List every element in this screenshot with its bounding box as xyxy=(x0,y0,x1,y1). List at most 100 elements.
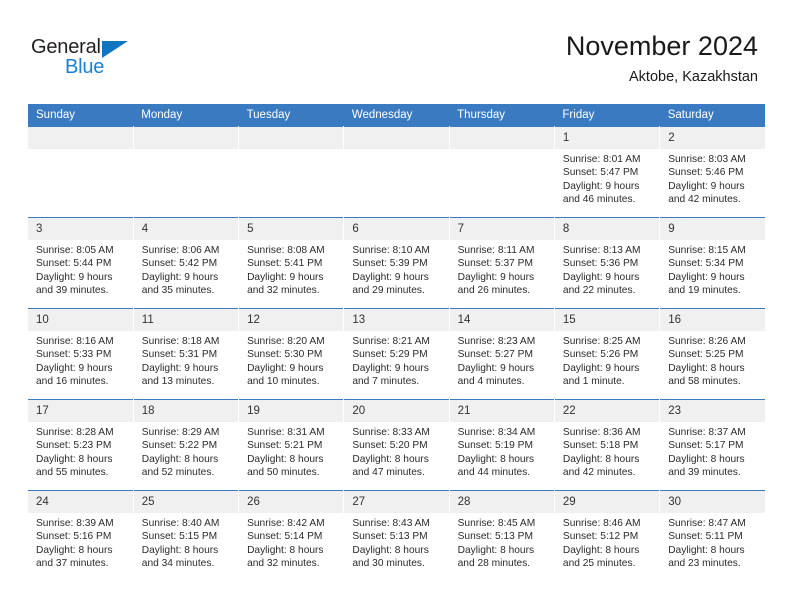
calendar-day-cell[interactable]: 15 Sunrise: 8:25 AM Sunset: 5:26 PM Dayligh… xyxy=(554,308,661,400)
weekday-header-row: Sunday Monday Tuesday Wednesday Thursday Frid… xyxy=(28,104,765,127)
day-info-line: Sunset: 5:31 PM xyxy=(141,349,218,361)
calendar-day-cell[interactable]: 1 Sunrise: 8:01 AM Sunset: 5:47 PM Daylight… xyxy=(554,126,661,218)
day-info-line: Sunrise: 8:45 AM xyxy=(457,518,536,529)
calendar-day-cell[interactable]: 29 Sunrise: 8:46 AM Sunset: 5:12 PM Dayligh… xyxy=(554,490,661,581)
day-number: 19 xyxy=(239,400,344,422)
day-info-line: Daylight: 8 hours xyxy=(562,453,640,465)
day-info-line: Sunrise: 8:33 AM xyxy=(352,427,430,438)
calendar-day-cell[interactable]: 21 Sunrise: 8:34 AM Sunset: 5:19 PM Dayligh… xyxy=(449,399,555,491)
logo-text-blue: Blue xyxy=(65,56,105,78)
day-info-line: Daylight: 8 hours xyxy=(247,544,324,556)
calendar-day-cell[interactable]: 9 Sunrise: 8:15 AM Sunset: 5:34 PM Daylight… xyxy=(659,217,765,309)
day-info-line: and 30 minutes. xyxy=(352,557,425,569)
calendar-day-cell[interactable]: 28 Sunrise: 8:45 AM Sunset: 5:13 PM Dayligh… xyxy=(449,490,555,581)
calendar-day-cell[interactable]: 22 Sunrise: 8:36 AM Sunset: 5:18 PM Dayligh… xyxy=(554,399,661,491)
day-info-line: Sunset: 5:23 PM xyxy=(36,440,112,452)
calendar-table: Sunday Monday Tuesday Wednesday Thursday Frid… xyxy=(28,104,765,581)
day-number: 3 xyxy=(28,218,133,240)
day-info-line: and 16 minutes. xyxy=(36,375,109,387)
day-info-line: Sunset: 5:39 PM xyxy=(352,258,428,270)
calendar-day-cell[interactable]: 12 Sunrise: 8:20 AM Sunset: 5:30 PM Dayligh… xyxy=(238,308,345,400)
day-sun-info: Sunrise: 8:45 AM Sunset: 5:13 PM Daylight:… xyxy=(450,513,554,570)
day-info-line: Sunrise: 8:47 AM xyxy=(668,518,746,529)
day-info-line: Daylight: 9 hours xyxy=(247,362,324,374)
day-sun-info: Sunrise: 8:16 AM Sunset: 5:33 PM Daylight:… xyxy=(28,331,133,388)
day-info-line: and 42 minutes. xyxy=(562,466,636,478)
day-info-line: Sunset: 5:20 PM xyxy=(352,440,428,452)
day-info-line: Daylight: 8 hours xyxy=(457,544,535,556)
day-info-line: and 1 minute. xyxy=(562,375,625,387)
day-info-line: Sunset: 5:34 PM xyxy=(668,258,744,270)
day-info-line: and 47 minutes. xyxy=(352,466,425,478)
calendar-day-cell[interactable]: 19 Sunrise: 8:31 AM Sunset: 5:21 PM Dayligh… xyxy=(238,399,345,491)
calendar-day-cell[interactable]: 3 Sunrise: 8:05 AM Sunset: 5:44 PM Daylight… xyxy=(28,217,134,309)
weekday-header-sunday: Sunday xyxy=(28,104,134,127)
day-cell-inner xyxy=(239,127,344,217)
day-info-line: Daylight: 8 hours xyxy=(352,453,429,465)
day-info-line: Sunset: 5:14 PM xyxy=(247,531,323,543)
day-number: 12 xyxy=(239,309,344,331)
day-info-line: Daylight: 9 hours xyxy=(457,271,535,283)
calendar-day-cell[interactable]: 16 Sunrise: 8:26 AM Sunset: 5:25 PM Dayligh… xyxy=(659,308,765,400)
weekday-header-tuesday: Tuesday xyxy=(238,104,344,127)
day-sun-info: Sunrise: 8:05 AM Sunset: 5:44 PM Daylight:… xyxy=(28,240,133,297)
day-info-line: Sunrise: 8:21 AM xyxy=(352,336,430,347)
day-info-line: Sunset: 5:13 PM xyxy=(352,531,428,543)
day-sun-info: Sunrise: 8:25 AM Sunset: 5:26 PM Daylight:… xyxy=(555,331,659,388)
calendar-day-cell[interactable]: 20 Sunrise: 8:33 AM Sunset: 5:20 PM Dayligh… xyxy=(343,399,450,491)
day-info-line: Sunset: 5:12 PM xyxy=(562,531,639,543)
calendar-day-cell[interactable]: 27 Sunrise: 8:43 AM Sunset: 5:13 PM Dayligh… xyxy=(343,490,450,581)
day-number: 4 xyxy=(133,218,239,240)
day-number: 27 xyxy=(344,491,449,513)
calendar-day-cell[interactable]: 17 Sunrise: 8:28 AM Sunset: 5:23 PM Dayligh… xyxy=(28,399,134,491)
calendar-day-cell[interactable]: 6 Sunrise: 8:10 AM Sunset: 5:39 PM Daylight… xyxy=(343,217,450,309)
day-cell-inner: 26 Sunrise: 8:42 AM Sunset: 5:14 PM Dayligh… xyxy=(239,491,344,581)
day-sun-info: Sunrise: 8:39 AM Sunset: 5:16 PM Daylight:… xyxy=(28,513,133,570)
calendar-day-cell[interactable]: 10 Sunrise: 8:16 AM Sunset: 5:33 PM Dayligh… xyxy=(28,308,134,400)
calendar-day-cell-empty xyxy=(133,126,240,218)
calendar-page: General Blue November 2024 Aktobe, Kazak… xyxy=(0,0,792,612)
day-info-line: and 26 minutes. xyxy=(457,284,531,296)
day-info-line: Sunrise: 8:26 AM xyxy=(668,336,746,347)
calendar-day-cell[interactable]: 23 Sunrise: 8:37 AM Sunset: 5:17 PM Dayligh… xyxy=(659,399,765,491)
calendar-day-cell[interactable]: 25 Sunrise: 8:40 AM Sunset: 5:15 PM Dayligh… xyxy=(133,490,240,581)
day-cell-inner: 28 Sunrise: 8:45 AM Sunset: 5:13 PM Dayligh… xyxy=(449,491,554,581)
day-info-line: Sunset: 5:47 PM xyxy=(562,167,639,179)
day-sun-info xyxy=(134,149,238,153)
day-info-line: and 7 minutes. xyxy=(352,375,420,387)
day-cell-inner: 7 Sunrise: 8:11 AM Sunset: 5:37 PM Daylight… xyxy=(449,218,554,308)
day-info-line: and 58 minutes. xyxy=(668,375,741,387)
day-info-line: and 25 minutes. xyxy=(562,557,636,569)
calendar-day-cell[interactable]: 13 Sunrise: 8:21 AM Sunset: 5:29 PM Dayligh… xyxy=(343,308,450,400)
day-info-line: Sunrise: 8:43 AM xyxy=(352,518,430,529)
day-sun-info: Sunrise: 8:10 AM Sunset: 5:39 PM Daylight:… xyxy=(344,240,448,297)
calendar-day-cell[interactable]: 18 Sunrise: 8:29 AM Sunset: 5:22 PM Dayligh… xyxy=(133,399,240,491)
page-subtitle: Aktobe, Kazakhstan xyxy=(629,69,758,85)
day-number: 17 xyxy=(28,400,133,422)
day-info-line: and 35 minutes. xyxy=(141,284,215,296)
calendar-day-cell[interactable]: 8 Sunrise: 8:13 AM Sunset: 5:36 PM Daylight… xyxy=(554,217,661,309)
day-cell-inner: 22 Sunrise: 8:36 AM Sunset: 5:18 PM Dayligh… xyxy=(554,400,660,490)
day-sun-info xyxy=(344,149,448,153)
day-info-line: Sunrise: 8:15 AM xyxy=(668,245,746,256)
day-info-line: and 37 minutes. xyxy=(36,557,109,569)
day-number: 1 xyxy=(554,127,660,149)
calendar-week-row: 10 Sunrise: 8:16 AM Sunset: 5:33 PM Dayligh… xyxy=(28,308,765,400)
calendar-day-cell[interactable]: 14 Sunrise: 8:23 AM Sunset: 5:27 PM Dayligh… xyxy=(449,308,555,400)
day-info-line: Sunset: 5:22 PM xyxy=(141,440,218,452)
calendar-day-cell[interactable]: 11 Sunrise: 8:18 AM Sunset: 5:31 PM Dayligh… xyxy=(133,308,240,400)
calendar-day-cell[interactable]: 2 Sunrise: 8:03 AM Sunset: 5:46 PM Daylight… xyxy=(659,126,765,218)
calendar-day-cell[interactable]: 5 Sunrise: 8:08 AM Sunset: 5:41 PM Daylight… xyxy=(238,217,345,309)
day-info-line: Daylight: 9 hours xyxy=(352,362,429,374)
calendar-day-cell[interactable]: 30 Sunrise: 8:47 AM Sunset: 5:11 PM Dayligh… xyxy=(659,490,765,581)
calendar-day-cell[interactable]: 7 Sunrise: 8:11 AM Sunset: 5:37 PM Daylight… xyxy=(449,217,555,309)
weekday-header-friday: Friday xyxy=(554,104,660,127)
day-cell-inner: 19 Sunrise: 8:31 AM Sunset: 5:21 PM Dayligh… xyxy=(239,400,344,490)
calendar-day-cell[interactable]: 26 Sunrise: 8:42 AM Sunset: 5:14 PM Dayligh… xyxy=(238,490,345,581)
day-info-line: Daylight: 9 hours xyxy=(247,271,324,283)
calendar-day-cell-empty xyxy=(343,126,450,218)
day-info-line: Daylight: 9 hours xyxy=(668,180,745,192)
calendar-day-cell[interactable]: 4 Sunrise: 8:06 AM Sunset: 5:42 PM Daylight… xyxy=(133,217,240,309)
day-info-line: and 52 minutes. xyxy=(141,466,215,478)
calendar-day-cell[interactable]: 24 Sunrise: 8:39 AM Sunset: 5:16 PM Dayligh… xyxy=(28,490,134,581)
